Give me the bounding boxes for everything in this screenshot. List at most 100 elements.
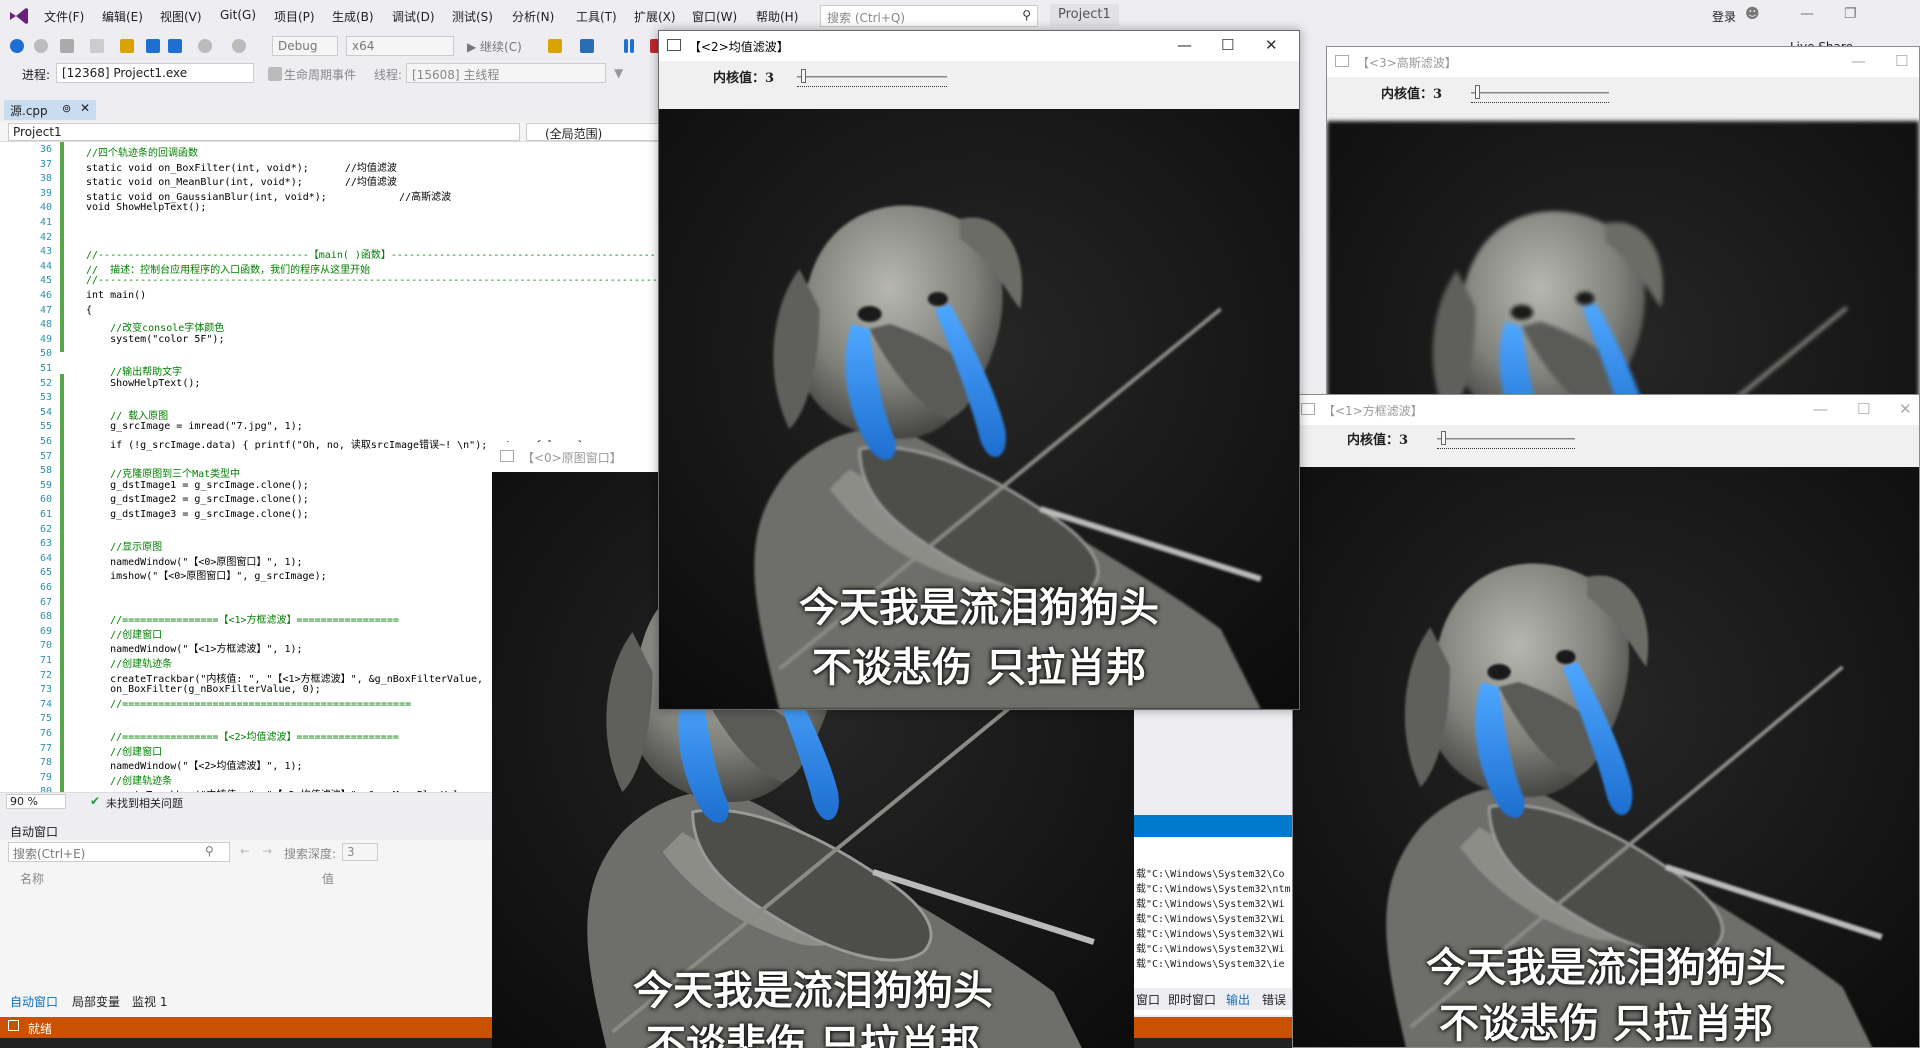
undo-icon[interactable] <box>198 39 212 53</box>
line-number: 42 <box>39 232 52 243</box>
menu-analyze[interactable]: 分析(N) <box>512 8 554 25</box>
autos-panel: 自动窗口 搜索(Ctrl+E) ⚲ ← → 搜索深度: 3 名称 值 自动窗口 … <box>0 820 495 1017</box>
thread-label: 线程: <box>374 68 403 82</box>
line-number-gutter: 36 37 38 39 40 41 42 43 44 45 46 47 48 49 50 51 52 53 54 55… <box>0 142 60 792</box>
filter-icon[interactable]: ▼ <box>614 66 623 80</box>
line-number: 59 <box>39 480 52 491</box>
code-line: //改变console字体颜色 <box>86 323 225 334</box>
new-project-icon[interactable] <box>90 39 104 53</box>
nav-forward-icon[interactable]: → <box>262 844 272 858</box>
output-line: 载"C:\Windows\System32\Wi <box>1136 929 1285 940</box>
kernel-slider[interactable] <box>797 69 947 87</box>
config-select[interactable]: Debug <box>272 36 338 56</box>
redo-icon[interactable] <box>232 39 246 53</box>
menu-test[interactable]: 测试(S) <box>452 8 493 25</box>
tab-autos[interactable]: 自动窗口 <box>10 993 58 1010</box>
menu-git[interactable]: Git(G) <box>220 8 256 22</box>
search-input[interactable]: 搜索 (Ctrl+Q) ⚲ <box>820 5 1038 27</box>
line-number: 51 <box>39 363 52 374</box>
trackbar-area: 内核值：3 <box>1293 425 1919 467</box>
platform-select[interactable]: x64 <box>346 36 454 56</box>
open-folder-icon[interactable] <box>120 39 134 53</box>
window-titlebar[interactable]: 【<2>均值滤波】 — ☐ ✕ <box>659 31 1299 61</box>
autos-title: 自动窗口 <box>0 820 495 840</box>
code-line: //创建轨迹条 <box>86 659 173 670</box>
menu-project[interactable]: 项目(P) <box>274 8 315 25</box>
back-icon[interactable] <box>10 39 24 53</box>
tab-output[interactable]: 输出 <box>1226 991 1250 1008</box>
minimize-icon[interactable]: — <box>1813 400 1828 418</box>
slider-thumb[interactable] <box>1441 431 1446 445</box>
code-line: int main() <box>86 290 147 301</box>
menu-file[interactable]: 文件(F) <box>44 8 84 25</box>
hot-reload-icon[interactable] <box>548 39 562 53</box>
menu-build[interactable]: 生成(B) <box>332 8 374 25</box>
maximize-icon[interactable]: ☐ <box>1895 52 1908 70</box>
autos-header: 名称 值 <box>8 868 488 888</box>
tab-watch-1[interactable]: 监视 1 <box>132 993 167 1010</box>
close-tab-icon[interactable]: ✕ <box>80 101 90 115</box>
line-number: 73 <box>39 684 52 695</box>
line-number: 77 <box>39 743 52 754</box>
output-panel: 载"C:\Windows\System32\Co 载"C:\Windows\Sy… <box>1134 815 1294 1015</box>
window-box-filter[interactable]: 【<1>方框滤波】 — ☐ ✕ 内核值：3 今天我是流泪狗狗头 不谈悲伤 只拉肖… <box>1292 394 1920 1048</box>
thread-select[interactable]: [15608] 主线程 <box>406 63 606 83</box>
restore-icon[interactable]: ❐ <box>1844 6 1857 22</box>
close-icon[interactable]: ✕ <box>1899 400 1912 418</box>
forward-icon[interactable] <box>34 39 48 53</box>
minimize-icon[interactable]: — <box>1800 6 1814 22</box>
save-all-icon[interactable] <box>168 39 182 53</box>
maximize-icon[interactable]: ☐ <box>1221 36 1234 54</box>
tab-source-cpp[interactable]: 源.cpp ⊚ ✕ <box>4 100 96 120</box>
lifecycle-events[interactable]: 生命周期事件 <box>284 66 356 83</box>
tab-locals[interactable]: 局部变量 <box>72 993 120 1010</box>
window-app-icon <box>500 450 514 462</box>
depth-select[interactable]: 3 <box>342 843 378 861</box>
login-link[interactable]: 登录 <box>1712 8 1736 25</box>
minimize-icon[interactable]: — <box>1177 36 1192 54</box>
line-number: 53 <box>39 392 52 403</box>
nav-back-icon[interactable]: ← <box>240 844 250 858</box>
tab-errors[interactable]: 错误 <box>1262 991 1286 1008</box>
close-icon[interactable]: ✕ <box>1265 36 1278 54</box>
kernel-slider[interactable] <box>1471 85 1609 103</box>
process-select[interactable]: [12368] Project1.exe <box>56 63 254 83</box>
code-line: createTrackbar("内核值: ", "【<1>方框滤波】", &g_… <box>86 674 484 685</box>
pin-icon[interactable]: ⊚ <box>62 102 71 115</box>
line-number: 78 <box>39 757 52 768</box>
user-icon[interactable]: ☻ <box>1745 6 1760 22</box>
window-titlebar[interactable]: 【<1>方框滤波】 — ☐ ✕ <box>1293 395 1919 425</box>
autos-search-input[interactable]: 搜索(Ctrl+E) ⚲ <box>8 842 230 862</box>
tab-immediate[interactable]: 即时窗口 <box>1168 991 1216 1008</box>
scope-nav-select[interactable]: (全局范围) <box>526 123 660 141</box>
slider-thumb[interactable] <box>801 69 806 83</box>
pause-icon[interactable] <box>624 39 628 53</box>
change-bar <box>60 142 64 352</box>
menu-window[interactable]: 窗口(W) <box>692 8 737 25</box>
menu-view[interactable]: 视图(V) <box>160 8 202 25</box>
menu-extensions[interactable]: 扩展(X) <box>634 8 676 25</box>
window-gaussian-blur[interactable]: 【<3>高斯滤波】 — ☐ 内核值：3 <box>1326 46 1920 406</box>
continue-button[interactable]: ▶ 继续(C) <box>462 36 536 56</box>
project-nav-select[interactable]: Project1 <box>8 123 520 141</box>
history-icon[interactable] <box>60 39 74 53</box>
menu-tools[interactable]: 工具(T) <box>576 8 617 25</box>
tab-window[interactable]: 窗口 <box>1136 991 1160 1008</box>
window-mean-blur[interactable]: 【<2>均值滤波】 — ☐ ✕ 内核值：3 今天我是流泪狗狗头 不谈悲伤 只拉肖… <box>658 30 1300 710</box>
slider-thumb[interactable] <box>1475 85 1480 99</box>
minimize-icon[interactable]: — <box>1851 52 1866 70</box>
lifecycle-icon[interactable] <box>268 67 282 81</box>
code-line: //克隆原图到三个Mat类型中 <box>86 469 241 480</box>
menu-debug[interactable]: 调试(D) <box>392 8 435 25</box>
menu-help[interactable]: 帮助(H) <box>756 8 798 25</box>
code-line: //四个轨迹条的回调函数 <box>86 148 199 159</box>
menu-edit[interactable]: 编辑(E) <box>102 8 143 25</box>
line-number: 79 <box>39 772 52 783</box>
code-line: //创建轨迹条 <box>86 776 173 787</box>
maximize-icon[interactable]: ☐ <box>1857 400 1870 418</box>
kernel-slider[interactable] <box>1437 431 1575 449</box>
window-titlebar[interactable]: 【<3>高斯滤波】 — ☐ <box>1327 47 1919 77</box>
browser-icon[interactable] <box>580 39 594 53</box>
zoom-select[interactable]: 90 % <box>6 794 66 809</box>
save-icon[interactable] <box>146 39 160 53</box>
